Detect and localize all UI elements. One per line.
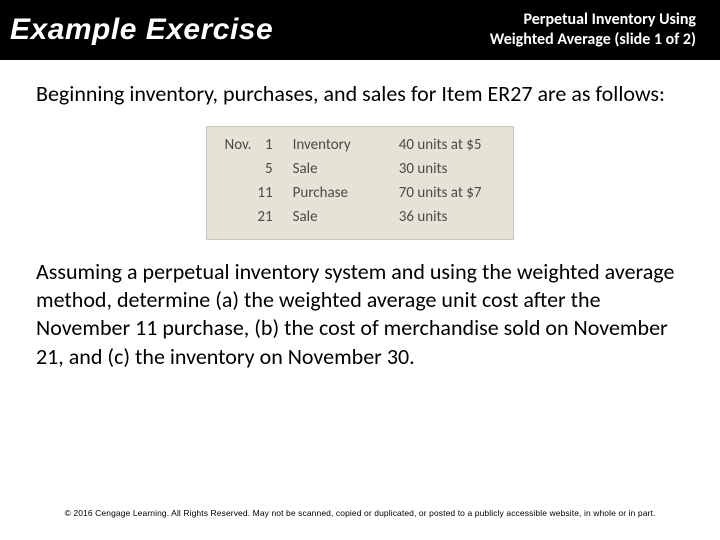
header-subtitle-line2: Weighted Average (slide 1 of 2) [490,30,696,50]
header-subtitle: Perpetual Inventory Using Weighted Avera… [490,10,720,50]
cell-month-empty [225,205,258,229]
cell-detail: 36 units [399,205,496,229]
slide-body: Beginning inventory, purchases, and sale… [0,60,720,371]
cell-detail: 40 units at $5 [399,133,496,157]
cell-day: 21 [257,205,292,229]
cell-day: 5 [257,157,292,181]
cell-event: Inventory [293,133,399,157]
slide-container: Example Exercise Perpetual Inventory Usi… [0,0,720,540]
inventory-table-wrap: Nov. 1 Inventory 40 units at $5 5 Sale 3… [36,126,684,240]
cell-month-empty [225,157,258,181]
copyright-footer: © 2016 Cengage Learning. All Rights Rese… [0,508,720,518]
header-title: Example Exercise [10,13,273,47]
cell-day: 11 [257,181,292,205]
question-text: Assuming a perpetual inventory system an… [36,258,684,371]
cell-month: Nov. [225,133,258,157]
table-row: Nov. 1 Inventory 40 units at $5 [225,133,496,157]
intro-text: Beginning inventory, purchases, and sale… [36,80,684,108]
cell-event: Sale [293,205,399,229]
cell-day: 1 [257,133,292,157]
table-row: 5 Sale 30 units [225,157,496,181]
slide-header: Example Exercise Perpetual Inventory Usi… [0,0,720,60]
cell-month-empty [225,181,258,205]
cell-event: Purchase [293,181,399,205]
inventory-table: Nov. 1 Inventory 40 units at $5 5 Sale 3… [206,126,515,240]
table-row: 11 Purchase 70 units at $7 [225,181,496,205]
cell-event: Sale [293,157,399,181]
table-row: 21 Sale 36 units [225,205,496,229]
header-subtitle-line1: Perpetual Inventory Using [490,10,696,30]
cell-detail: 70 units at $7 [399,181,496,205]
cell-detail: 30 units [399,157,496,181]
